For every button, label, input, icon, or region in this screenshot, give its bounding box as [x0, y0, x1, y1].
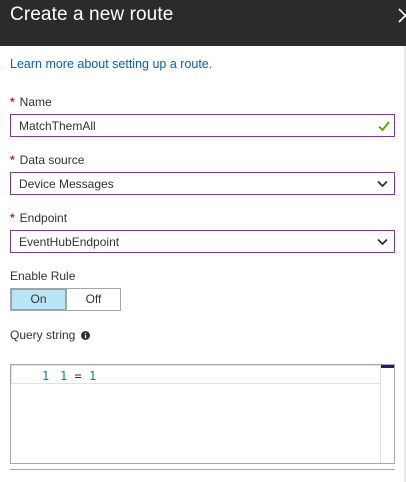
required-marker: * [10, 211, 15, 225]
chevron-down-icon [377, 238, 388, 246]
data-source-label: * Data source [10, 153, 84, 167]
info-icon[interactable] [80, 331, 90, 340]
close-icon [398, 8, 406, 23]
close-button[interactable] [395, 6, 406, 26]
enable-rule-toggle[interactable]: On Off [10, 288, 121, 311]
editor-scrollbar[interactable] [380, 365, 394, 463]
name-input[interactable] [11, 115, 394, 136]
endpoint-select[interactable]: EventHubEndpoint [10, 230, 395, 253]
data-source-label-text: Data source [19, 153, 85, 167]
enable-rule-label: Enable Rule [10, 269, 76, 283]
page-title: Create a new route [10, 4, 174, 25]
divider [10, 469, 395, 470]
toggle-on-option[interactable]: On [11, 289, 66, 310]
toggle-off-option[interactable]: Off [66, 289, 120, 310]
name-label-text: Name [19, 95, 52, 109]
line-number: 1 [42, 369, 50, 383]
endpoint-label: * Endpoint [10, 211, 67, 225]
code-lhs: 1 [60, 369, 68, 383]
check-icon [378, 121, 390, 132]
required-marker: * [10, 95, 15, 109]
query-string-label: Query string [10, 328, 90, 342]
name-label: * Name [10, 95, 52, 109]
query-code[interactable]: 1 = 1 [60, 369, 96, 383]
scrollbar-thumb[interactable] [381, 365, 394, 368]
chevron-down-icon [377, 180, 388, 188]
name-field[interactable] [10, 114, 395, 137]
editor-current-line: 1 1 = 1 [11, 365, 381, 384]
code-operator: = [74, 369, 82, 383]
endpoint-value: EventHubEndpoint [19, 235, 120, 249]
code-rhs: 1 [88, 369, 97, 383]
data-source-select[interactable]: Device Messages [10, 172, 395, 195]
query-string-label-text: Query string [10, 328, 76, 342]
endpoint-label-text: Endpoint [19, 211, 68, 225]
learn-more-link[interactable]: Learn more about setting up a route. [10, 57, 212, 71]
query-editor[interactable]: 1 1 = 1 [10, 364, 395, 464]
blade-header: Create a new route [0, 0, 406, 46]
required-marker: * [10, 153, 15, 167]
data-source-value: Device Messages [19, 177, 114, 191]
